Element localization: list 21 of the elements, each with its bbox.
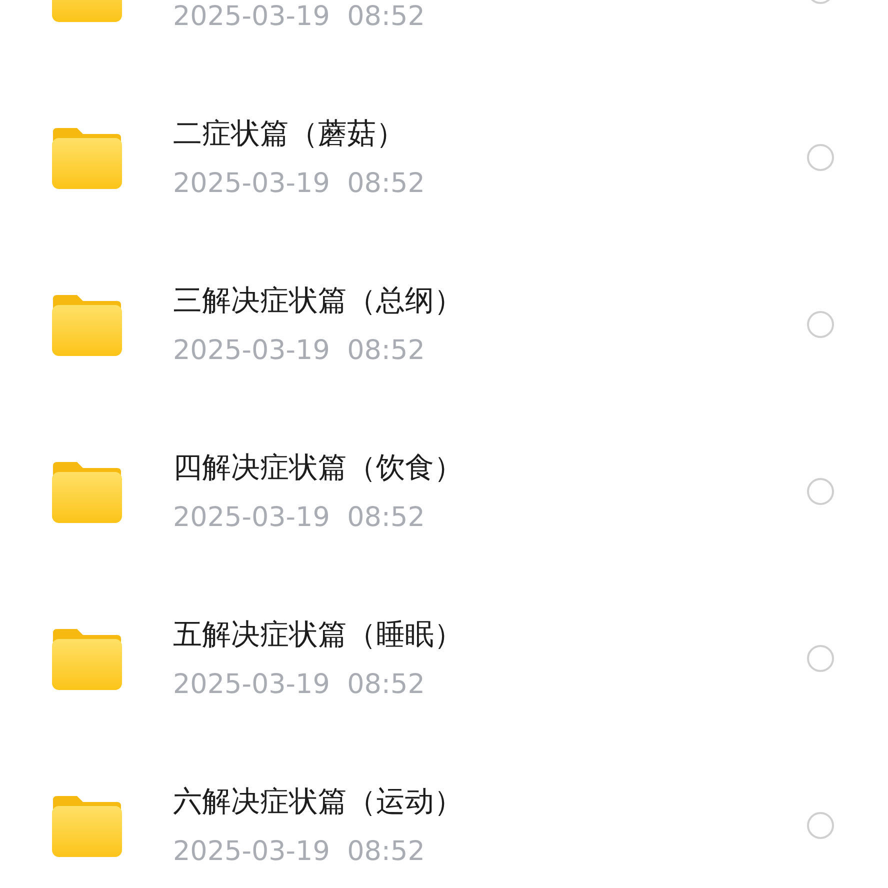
folder-name: 二症状篇（蘑菇） (173, 114, 405, 152)
folder-icon (51, 626, 123, 690)
modified-date: 2025-03-19 08:52 (173, 668, 425, 702)
select-radio[interactable] (807, 144, 834, 171)
folder-name: 四解决症状篇（饮食） (173, 448, 463, 486)
modified-date: 2025-03-19 08:52 (173, 166, 425, 200)
modified-date: 2025-03-19 08:52 (173, 334, 425, 368)
folder-name: 五解决症状篇（睡眠） (173, 616, 463, 652)
folder-name: 六解决症状篇（运动） (173, 782, 463, 820)
modified-date: 2025-03-19 08:52 (173, 0, 425, 34)
select-radio[interactable] (807, 311, 834, 338)
select-radio[interactable] (807, 812, 834, 839)
folder-icon (51, 794, 123, 858)
select-radio[interactable] (807, 478, 834, 505)
folder-icon (51, 292, 123, 356)
folder-icon (51, 460, 123, 524)
modified-date: 2025-03-19 08:52 (173, 834, 425, 868)
select-radio[interactable] (807, 645, 834, 672)
modified-date: 2025-03-19 08:52 (173, 500, 425, 534)
folder-icon (51, 126, 123, 190)
folder-name: 三解决症状篇（总纲） (173, 282, 463, 318)
